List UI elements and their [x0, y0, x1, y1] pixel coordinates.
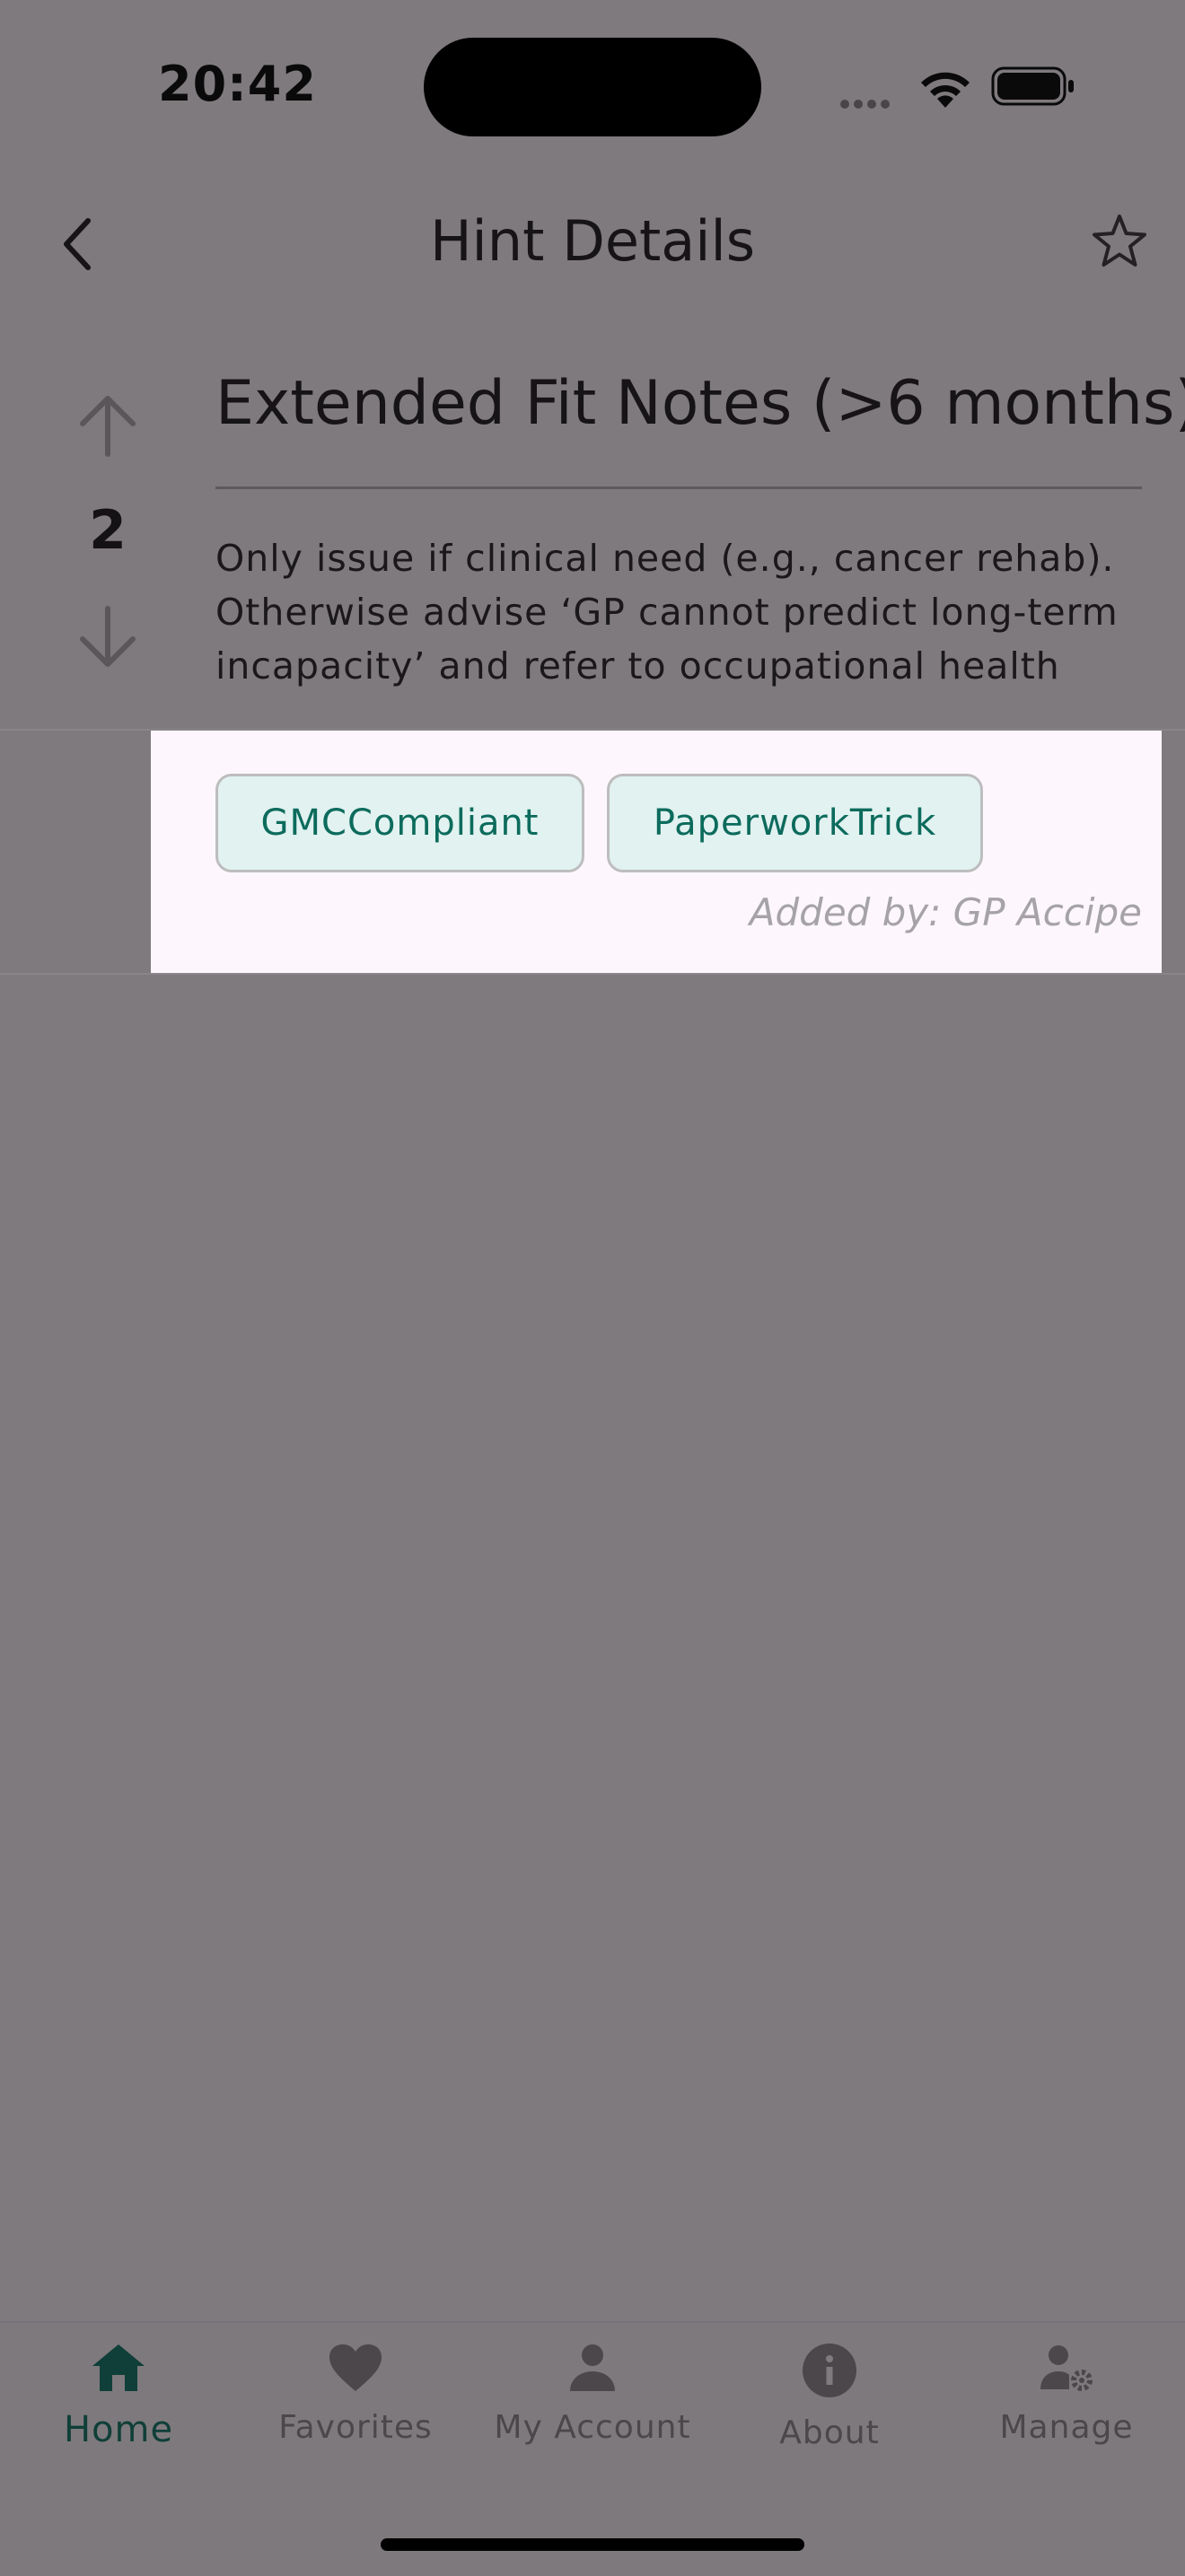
person-icon	[570, 2344, 615, 2391]
home-icon	[92, 2344, 145, 2391]
nav-label-my-account: My Account	[494, 2409, 691, 2446]
nav-item-about[interactable]: About	[711, 2343, 948, 2451]
wifi-icon	[921, 72, 970, 108]
battery-icon	[991, 66, 1074, 106]
nav-label-about: About	[779, 2414, 880, 2451]
cellular-signal-icon	[840, 95, 894, 112]
vote-count: 2	[89, 499, 127, 562]
home-indicator[interactable]	[381, 2538, 804, 2551]
tag-chip[interactable]: GMCCompliant	[215, 774, 584, 872]
manage-users-icon	[1040, 2345, 1093, 2391]
nav-item-favorites[interactable]: Favorites	[237, 2343, 474, 2446]
dynamic-island	[424, 38, 761, 136]
upvote-arrow-icon[interactable]	[77, 393, 138, 458]
page-title: Hint Details	[429, 208, 756, 274]
hint-title: Extended Fit Notes (>6 months)	[215, 368, 1185, 439]
heart-icon	[329, 2344, 382, 2391]
nav-label-manage: Manage	[999, 2409, 1134, 2446]
title-divider	[215, 486, 1142, 489]
nav-label-favorites: Favorites	[278, 2409, 433, 2446]
star-icon[interactable]	[1090, 212, 1149, 271]
nav-item-my-account[interactable]: My Account	[474, 2343, 711, 2446]
nav-label-home: Home	[63, 2409, 174, 2450]
downvote-arrow-icon[interactable]	[77, 605, 138, 670]
tag-chip[interactable]: PaperworkTrick	[607, 774, 983, 872]
nav-item-home[interactable]: Home	[0, 2343, 237, 2450]
hint-body: Only issue if clinical need (e.g., cance…	[215, 537, 1119, 688]
added-by-label: Added by: GP Accipe	[749, 890, 1142, 934]
row-divider	[0, 973, 1185, 975]
status-time: 20:42	[158, 56, 317, 112]
info-icon	[803, 2344, 856, 2397]
nav-item-manage[interactable]: Manage	[948, 2343, 1185, 2446]
